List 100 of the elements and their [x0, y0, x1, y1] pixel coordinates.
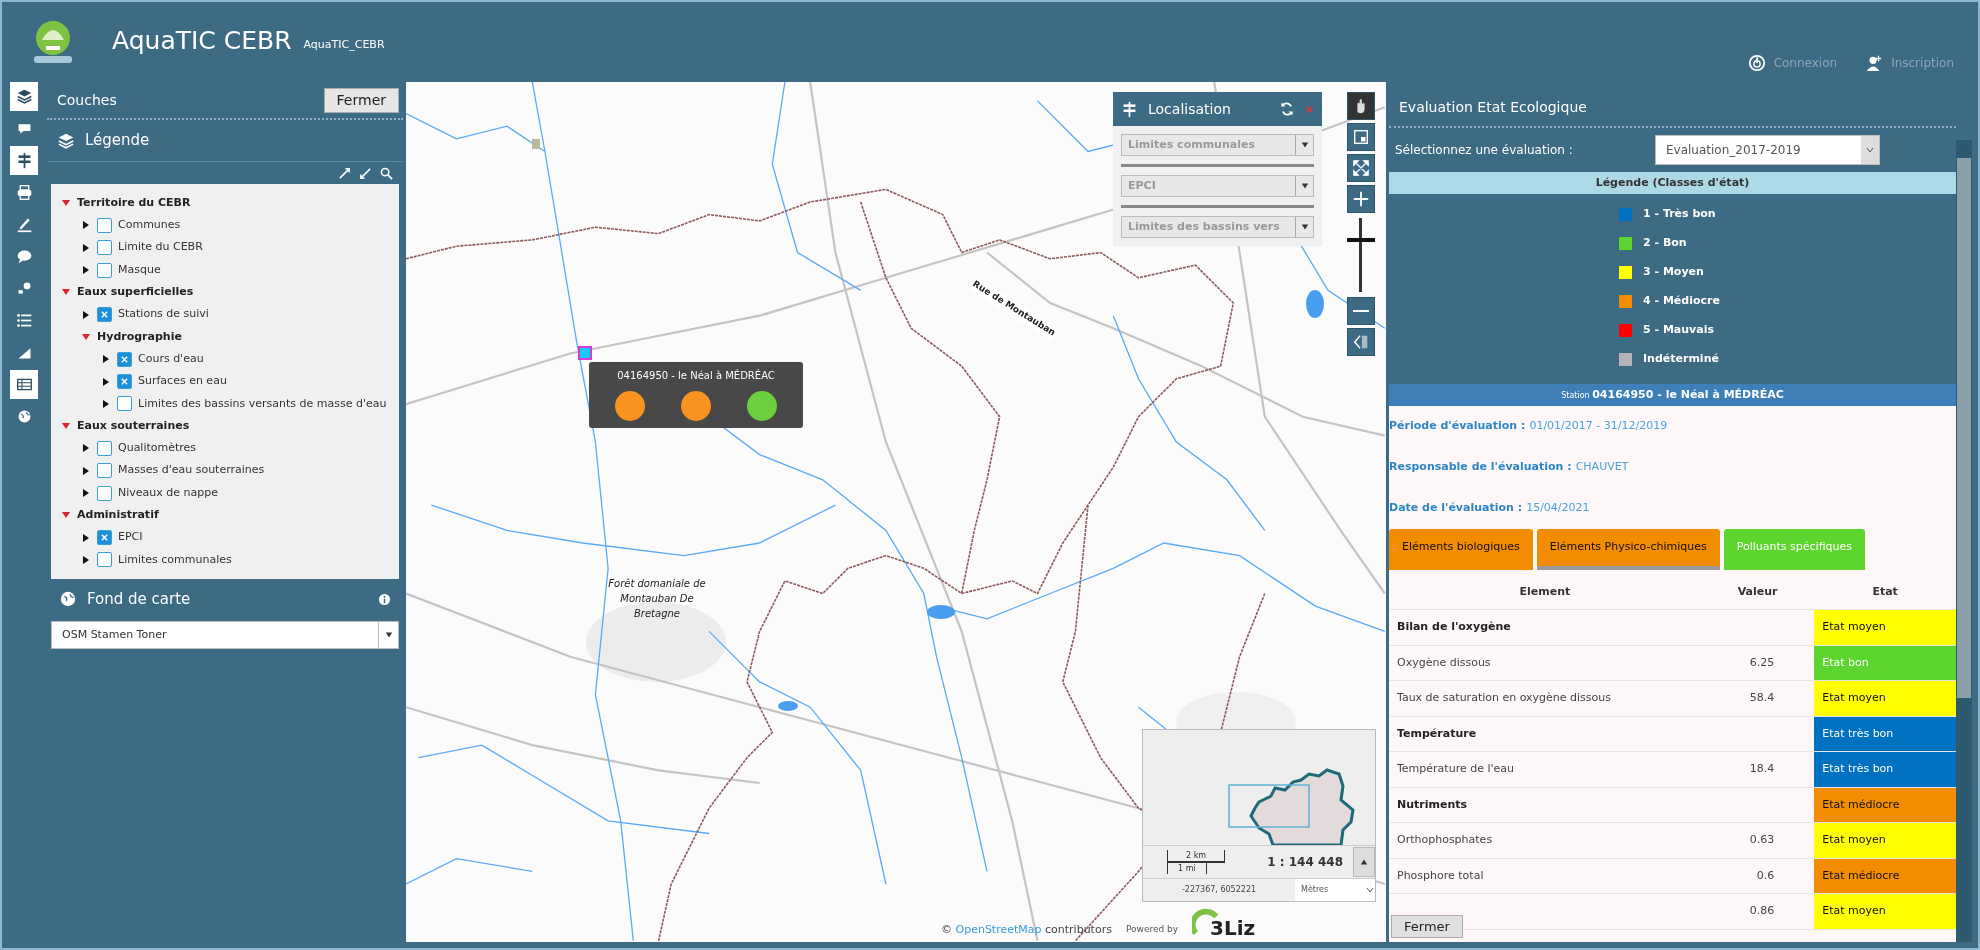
- search-icon[interactable]: [380, 166, 393, 180]
- layer-label[interactable]: Surfaces en eau: [138, 373, 227, 390]
- caret-down-icon: [384, 631, 393, 640]
- checkbox[interactable]: [117, 351, 132, 367]
- panel-title: Evaluation Etat Ecologique: [1398, 98, 1588, 117]
- caret-right-icon[interactable]: [81, 488, 91, 498]
- powered-by-text: Powered by: [1125, 922, 1179, 936]
- layer-group-label[interactable]: Eaux souterraines: [77, 417, 190, 435]
- zoom-in-button[interactable]: [1347, 185, 1375, 213]
- layer-label[interactable]: EPCI: [118, 529, 143, 546]
- layer-label[interactable]: Stations de suivi: [118, 306, 209, 323]
- caret-right-icon[interactable]: [101, 376, 111, 387]
- evaluation-select[interactable]: Evaluation_2017-2019: [1655, 135, 1880, 165]
- field-label: Sélectionnez une évaluation :: [1395, 142, 1574, 159]
- popup-title: 04164950 - le Néal à MÉDRÉAC: [616, 368, 776, 383]
- tab[interactable]: Eléments Physico-chimiques: [1536, 529, 1720, 570]
- expand-icon[interactable]: [338, 166, 351, 180]
- tool-button[interactable]: [10, 146, 38, 175]
- table-icon: [15, 376, 33, 393]
- checkbox[interactable]: [117, 396, 132, 412]
- checkbox[interactable]: [97, 552, 112, 568]
- caret-right-icon[interactable]: [81, 309, 91, 320]
- signpost-icon: [1121, 100, 1138, 118]
- table-cell: Phosphore total: [1389, 858, 1701, 894]
- layer-label[interactable]: Cours d'eau: [138, 350, 204, 368]
- scrollbar[interactable]: [1956, 140, 1972, 942]
- checkbox[interactable]: [97, 530, 112, 546]
- layers-icon: [15, 88, 33, 105]
- caret-right-icon[interactable]: [81, 443, 91, 454]
- chevron-down-icon: [1865, 145, 1875, 155]
- units-select[interactable]: Mètres: [1295, 879, 1375, 901]
- cross-icon: [100, 310, 109, 320]
- layer-group-label[interactable]: Administratif: [77, 507, 159, 524]
- pencil-icon: [15, 216, 33, 233]
- history-button[interactable]: [1347, 328, 1375, 356]
- caret-right-icon[interactable]: [81, 242, 91, 253]
- power-icon: [1747, 54, 1766, 72]
- cross-icon: [100, 533, 109, 543]
- scrollbar-thumb[interactable]: [1957, 158, 1971, 698]
- layer-group-label[interactable]: Eaux superficielles: [77, 284, 194, 301]
- caret-right-icon[interactable]: [81, 554, 91, 565]
- layer-label[interactable]: Masque: [118, 261, 161, 279]
- fullscreen-button[interactable]: [1347, 154, 1375, 182]
- zoom-out-button[interactable]: [1347, 297, 1375, 325]
- list-icon: [15, 312, 33, 329]
- checkbox[interactable]: [97, 307, 112, 323]
- user-add-icon: [1865, 54, 1884, 72]
- layer-group-label[interactable]: Hydrographie: [97, 328, 182, 346]
- layer-label[interactable]: Niveaux de nappe: [118, 484, 218, 502]
- layer-label[interactable]: Communes: [118, 217, 181, 234]
- layer-label[interactable]: Limites communales: [118, 551, 232, 569]
- checkbox[interactable]: [97, 217, 112, 233]
- cross-icon: [120, 377, 129, 386]
- layer-label[interactable]: Limites des bassins versants de masse d'eau: [138, 395, 387, 413]
- close-button[interactable]: Fermer: [1391, 914, 1463, 938]
- layer-label[interactable]: Qualitomètres: [118, 440, 197, 457]
- layers-icon: [57, 131, 75, 150]
- checkbox[interactable]: [97, 485, 112, 501]
- toggle-button[interactable]: [1353, 847, 1375, 877]
- tool-button[interactable]: [10, 370, 38, 399]
- zoom-slider-thumb[interactable]: [1347, 238, 1375, 243]
- layer-label[interactable]: Limite du CEBR: [118, 239, 203, 256]
- caret-down-icon[interactable]: [81, 331, 91, 342]
- tab[interactable]: Eléments biologiques: [1389, 529, 1533, 570]
- layer-group-label[interactable]: Territoire du CEBR: [77, 194, 191, 212]
- close-button[interactable]: Fermer: [323, 87, 399, 113]
- group-cell: Bilan de l'oxygène: [1389, 609, 1701, 645]
- fullscreen-icon: [1352, 159, 1370, 177]
- checkbox[interactable]: [97, 262, 112, 278]
- state-cell: Etat très bon: [1814, 751, 1956, 787]
- legend-label: 1 - Très bon: [1643, 206, 1716, 223]
- minus-icon: [1353, 310, 1369, 312]
- caret-right-icon[interactable]: [81, 220, 91, 231]
- back-icon: [1352, 333, 1370, 351]
- panel-title: Couches: [57, 90, 117, 110]
- pan-button[interactable]: [1347, 92, 1375, 120]
- state-cell: Etat bon: [1814, 645, 1956, 681]
- refresh-icon[interactable]: [1279, 101, 1295, 117]
- checkbox[interactable]: [97, 463, 112, 479]
- checkbox[interactable]: [117, 374, 132, 389]
- layer-label[interactable]: Masses d'eau souterraines: [118, 462, 265, 479]
- state-cell: Etat moyen: [1814, 609, 1956, 645]
- caret-right-icon[interactable]: [81, 532, 91, 543]
- tool-button[interactable]: [10, 82, 38, 111]
- zoom-box-button[interactable]: [1347, 123, 1375, 151]
- table-cell: Orthophosphates: [1389, 822, 1701, 858]
- caret-right-icon[interactable]: [101, 354, 111, 365]
- caret-right-icon[interactable]: [101, 398, 111, 409]
- caret-right-icon[interactable]: [81, 465, 91, 476]
- checkbox[interactable]: [97, 240, 112, 256]
- collapse-icon[interactable]: [359, 166, 372, 180]
- lake: [927, 605, 955, 619]
- basemap-select[interactable]: OSM Stamen Toner: [51, 621, 399, 650]
- caret-up-icon: [1360, 858, 1368, 866]
- caret-right-icon[interactable]: [81, 265, 91, 276]
- info-icon[interactable]: [378, 592, 391, 606]
- state-cell: Etat moyen: [1814, 822, 1956, 858]
- checkbox[interactable]: [97, 440, 112, 456]
- app-title: AquaTIC CEBR: [112, 25, 292, 58]
- station-marker[interactable]: [578, 346, 592, 360]
